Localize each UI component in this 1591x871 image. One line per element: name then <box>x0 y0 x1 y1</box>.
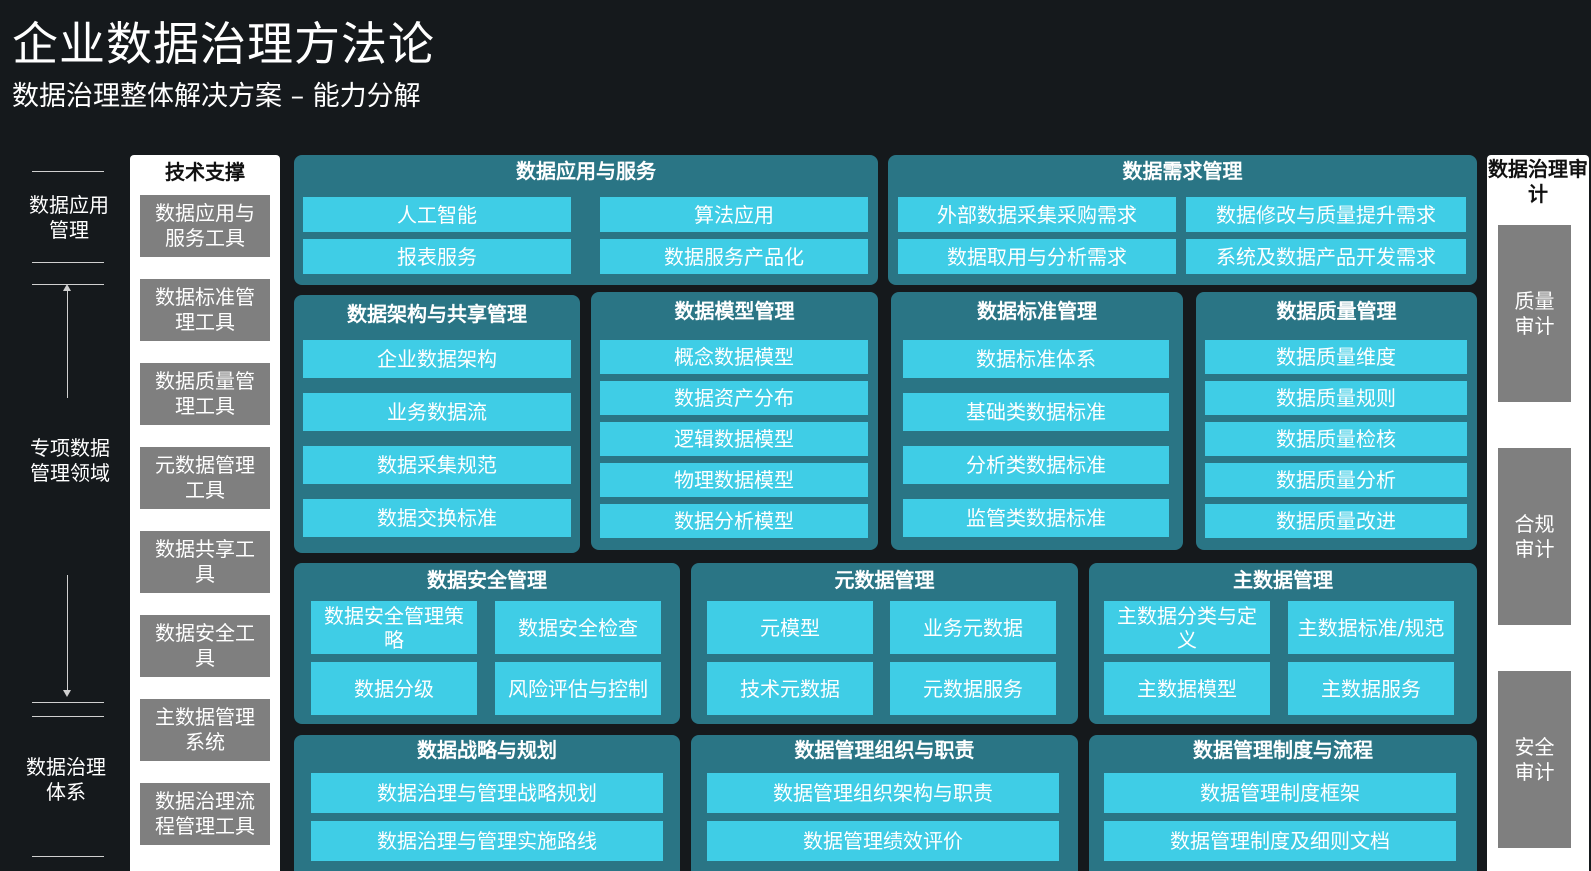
cell: 主数据服务 <box>1288 662 1454 715</box>
audit-column: 数据治理审计 质量审计 合规审计 安全审计 <box>1487 155 1589 871</box>
cell: 数据服务产品化 <box>600 239 868 274</box>
cell: 数据修改与质量提升需求 <box>1186 197 1466 232</box>
audit-item: 合规审计 <box>1498 448 1571 625</box>
panel-organization: 数据管理组织与职责 数据管理组织架构与职责 数据管理绩效评价 <box>691 735 1078 871</box>
panel-standard: 数据标准管理 数据标准体系 基础类数据标准 分析类数据标准 监管类数据标准 <box>891 292 1183 550</box>
cell: 物理数据模型 <box>600 463 868 497</box>
cell: 数据质量维度 <box>1205 340 1467 374</box>
panel-title: 数据应用与服务 <box>516 159 656 183</box>
panel-demand: 数据需求管理 外部数据采集采购需求 数据修改与质量提升需求 数据取用与分析需求 … <box>888 155 1477 285</box>
cell: 分析类数据标准 <box>903 446 1169 484</box>
page-subtitle: 数据治理整体解决方案 – 能力分解 <box>12 81 421 112</box>
cell: 外部数据采集采购需求 <box>898 197 1176 232</box>
cell: 基础类数据标准 <box>903 393 1169 431</box>
audit-header: 数据治理审计 <box>1488 157 1588 206</box>
cell: 业务数据流 <box>303 393 571 431</box>
cell: 企业数据架构 <box>303 340 571 378</box>
page-title: 企业数据治理方法论 <box>12 17 435 71</box>
cell: 数据管理制度框架 <box>1104 773 1456 813</box>
axis-divider <box>32 702 104 703</box>
cell: 监管类数据标准 <box>903 499 1169 537</box>
cell: 逻辑数据模型 <box>600 422 868 456</box>
panel-policy: 数据管理制度与流程 数据管理制度框架 数据管理制度及细则文档 <box>1089 735 1477 871</box>
cell: 数据质量检核 <box>1205 422 1467 456</box>
tech-support-header: 技术支撑 <box>165 160 245 184</box>
panel-title: 数据标准管理 <box>977 299 1097 323</box>
cell: 数据管理组织架构与职责 <box>707 773 1059 813</box>
tech-item: 数据质量管理工具 <box>140 363 270 425</box>
cell: 数据分析模型 <box>600 504 868 538</box>
cell: 系统及数据产品开发需求 <box>1186 239 1466 274</box>
cell: 数据质量分析 <box>1205 463 1467 497</box>
cell: 元模型 <box>707 601 873 654</box>
cell: 人工智能 <box>303 197 571 232</box>
cell: 数据治理与管理实施路线 <box>311 821 663 861</box>
panel-master: 主数据管理 主数据分类与定义 主数据标准/规范 主数据模型 主数据服务 <box>1089 563 1477 724</box>
panel-title: 数据质量管理 <box>1276 299 1397 323</box>
audit-item: 质量审计 <box>1498 225 1571 402</box>
cell: 技术元数据 <box>707 662 873 715</box>
panel-title: 数据管理组织与职责 <box>794 738 975 762</box>
cell: 报表服务 <box>303 239 571 274</box>
cell: 概念数据模型 <box>600 340 868 374</box>
cell: 元数据服务 <box>890 662 1056 715</box>
cell: 数据管理绩效评价 <box>707 821 1059 861</box>
tech-support-column: 技术支撑 数据应用与服务工具 数据标准管理工具 数据质量管理工具 元数据管理工具… <box>130 155 280 871</box>
panel-architecture: 数据架构与共享管理 企业数据架构 业务数据流 数据采集规范 数据交换标准 <box>294 295 580 553</box>
arrow-down-icon <box>63 690 71 697</box>
panel-title: 数据安全管理 <box>427 568 547 592</box>
axis-divider <box>32 716 104 717</box>
panel-title: 数据模型管理 <box>674 299 795 323</box>
panel-title: 主数据管理 <box>1233 568 1333 592</box>
panel-model: 数据模型管理 概念数据模型 数据资产分布 逻辑数据模型 物理数据模型 数据分析模… <box>591 292 878 550</box>
panel-metadata: 元数据管理 元模型 业务元数据 技术元数据 元数据服务 <box>691 563 1078 724</box>
axis-label-bottom: 数据治理体系 <box>26 755 106 804</box>
cell: 风险评估与控制 <box>495 662 661 715</box>
tech-item: 元数据管理工具 <box>140 447 270 509</box>
panel-strategy: 数据战略与规划 数据治理与管理战略规划 数据治理与管理实施路线 <box>294 735 680 871</box>
axis-line <box>67 575 68 690</box>
cell: 算法应用 <box>600 197 868 232</box>
cell: 主数据模型 <box>1104 662 1270 715</box>
tech-item: 数据治理流程管理工具 <box>140 783 270 845</box>
panel-title: 数据管理制度与流程 <box>1193 738 1373 762</box>
panel-quality: 数据质量管理 数据质量维度 数据质量规则 数据质量检核 数据质量分析 数据质量改… <box>1196 292 1477 550</box>
audit-item: 安全审计 <box>1498 671 1571 848</box>
panel-title: 数据架构与共享管理 <box>347 302 527 326</box>
cell: 主数据标准/规范 <box>1288 601 1454 654</box>
tech-item: 数据应用与服务工具 <box>140 195 270 257</box>
axis-divider <box>32 856 104 857</box>
axis-divider <box>32 262 104 263</box>
cell: 数据质量改进 <box>1205 504 1467 538</box>
cell: 数据分级 <box>311 662 477 715</box>
cell: 数据安全管理策略 <box>311 601 477 654</box>
tech-item: 数据共享工具 <box>140 531 270 593</box>
panel-title: 数据需求管理 <box>1122 159 1243 183</box>
cell: 数据质量规则 <box>1205 381 1467 415</box>
cell: 业务元数据 <box>890 601 1056 654</box>
axis-label-top: 数据应用管理 <box>29 193 109 242</box>
cell: 数据安全检查 <box>495 601 661 654</box>
axis-line <box>67 290 68 398</box>
cell: 数据交换标准 <box>303 499 571 537</box>
panel-security: 数据安全管理 数据安全管理策略 数据安全检查 数据分级 风险评估与控制 <box>294 563 680 724</box>
panel-title: 元数据管理 <box>834 568 935 592</box>
cell: 数据标准体系 <box>903 340 1169 378</box>
cell: 数据治理与管理战略规划 <box>311 773 663 813</box>
cell: 主数据分类与定义 <box>1104 601 1270 654</box>
tech-item: 数据安全工具 <box>140 615 270 677</box>
axis-label-middle: 专项数据管理领域 <box>30 436 110 485</box>
panel-app-service: 数据应用与服务 人工智能 算法应用 报表服务 数据服务产品化 <box>294 155 878 285</box>
panel-title: 数据战略与规划 <box>417 738 557 762</box>
tech-item: 数据标准管理工具 <box>140 279 270 341</box>
cell: 数据采集规范 <box>303 446 571 484</box>
tech-item: 主数据管理系统 <box>140 699 270 761</box>
cell: 数据管理制度及细则文档 <box>1104 821 1456 861</box>
axis-divider <box>32 171 104 172</box>
cell: 数据资产分布 <box>600 381 868 415</box>
cell: 数据取用与分析需求 <box>898 239 1176 274</box>
